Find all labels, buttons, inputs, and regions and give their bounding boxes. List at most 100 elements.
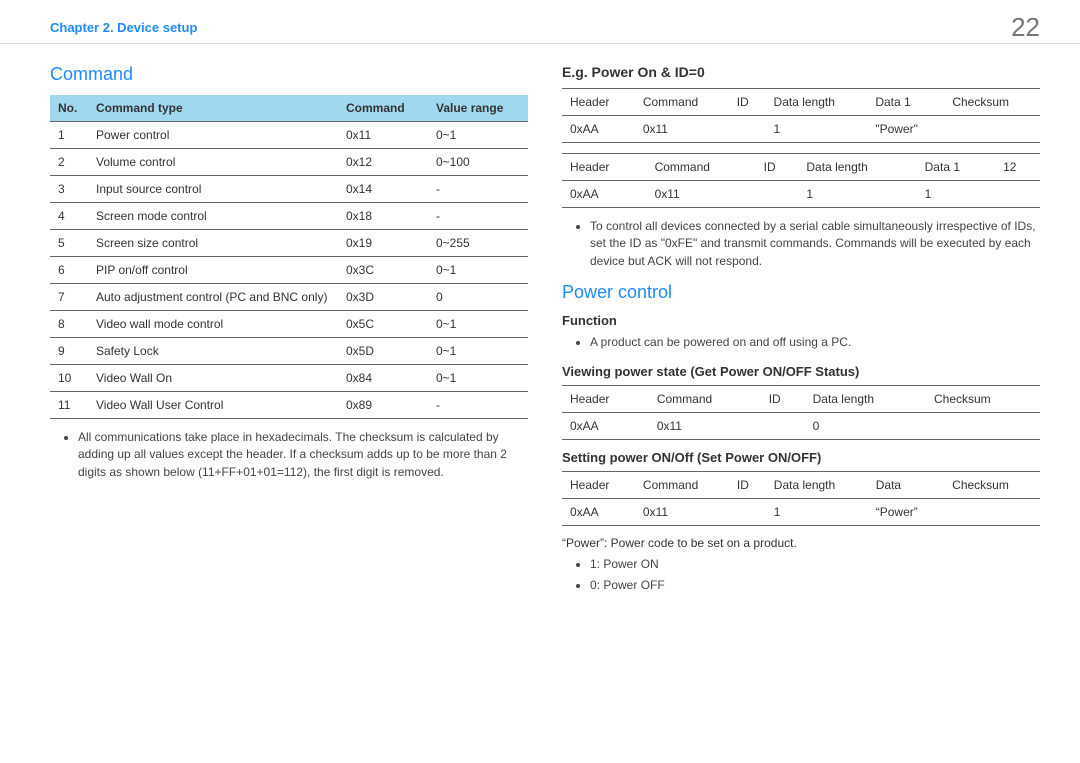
table-cell [995,181,1040,208]
view-state-heading: Viewing power state (Get Power ON/OFF St… [562,364,1040,379]
table-cell: 0x11 [635,498,729,525]
table-row: 11Video Wall User Control0x89- [50,392,528,419]
th-range: Value range [428,95,528,122]
table-cell: 1 [766,116,868,143]
table-cell: 11 [50,392,88,419]
table-cell: Header [562,89,635,116]
table-cell: 5 [50,230,88,257]
table-cell: 8 [50,311,88,338]
eg-note-list: To control all devices connected by a se… [562,218,1040,270]
table-cell: 12 [995,154,1040,181]
power-off-value: 0: Power OFF [590,577,1040,594]
power-control-heading: Power control [562,282,1040,303]
table-cell: 0x14 [338,176,428,203]
table-cell: ID [756,154,799,181]
table-cell [729,498,766,525]
table-cell: 0xAA [562,498,635,525]
table-cell: Video Wall On [88,365,338,392]
page-number: 22 [1011,12,1040,43]
view-table: HeaderCommandIDData lengthChecksum 0xAA0… [562,385,1040,440]
function-label: Function [562,313,1040,328]
table-cell: 1 [917,181,995,208]
table-cell: PIP on/off control [88,257,338,284]
table-row: 9Safety Lock0x5D0~1 [50,338,528,365]
table-cell: Data [868,471,944,498]
table-row: 4Screen mode control0x18- [50,203,528,230]
table-cell: Command [635,89,729,116]
table-cell: Video Wall User Control [88,392,338,419]
table-cell: 4 [50,203,88,230]
table-cell: - [428,392,528,419]
table-cell: ID [729,89,766,116]
table-cell: Data length [798,154,916,181]
right-column: E.g. Power On & ID=0 HeaderCommandIDData… [562,64,1040,606]
table-cell: 0x3C [338,257,428,284]
table-cell: Header [562,154,647,181]
table-cell: 0x5D [338,338,428,365]
table-cell: 0xAA [562,181,647,208]
eg-table-1: HeaderCommandIDData lengthData 1Checksum… [562,88,1040,143]
power-values: 1: Power ON 0: Power OFF [562,556,1040,595]
table-row: 7Auto adjustment control (PC and BNC onl… [50,284,528,311]
left-note: All communications take place in hexadec… [78,429,528,481]
table-cell: Command [649,385,761,412]
content: Command No. Command type Command Value r… [0,44,1080,606]
eg-table-2: HeaderCommandIDData lengthData 112 0xAA0… [562,153,1040,208]
table-row: 2Volume control0x120~100 [50,149,528,176]
table-cell: 0~1 [428,365,528,392]
th-cmd: Command [338,95,428,122]
table-cell: 0x11 [635,116,729,143]
table-cell: 0~100 [428,149,528,176]
table-cell: 0x11 [649,412,761,439]
table-cell [944,116,1040,143]
table-row: 6PIP on/off control0x3C0~1 [50,257,528,284]
table-cell: Data 1 [917,154,995,181]
table-cell: 0x19 [338,230,428,257]
table-cell: 0xAA [562,412,649,439]
table-row: 8Video wall mode control0x5C0~1 [50,311,528,338]
table-cell: 0xAA [562,116,635,143]
table-row: 1Power control0x110~1 [50,122,528,149]
table-cell: 0x5C [338,311,428,338]
table-cell: Volume control [88,149,338,176]
table-cell: Command [635,471,729,498]
table-cell: Data 1 [867,89,944,116]
table-cell: 0x18 [338,203,428,230]
table-cell: Screen mode control [88,203,338,230]
th-no: No. [50,95,88,122]
table-cell: 6 [50,257,88,284]
table-cell: Auto adjustment control (PC and BNC only… [88,284,338,311]
table-cell [761,412,805,439]
table-cell [729,116,766,143]
eg-note: To control all devices connected by a se… [590,218,1040,270]
table-cell: 0 [805,412,926,439]
table-cell: 0x12 [338,149,428,176]
power-on-value: 1: Power ON [590,556,1040,573]
table-cell: 0x84 [338,365,428,392]
table-cell: Checksum [926,385,1040,412]
table-cell: Screen size control [88,230,338,257]
table-cell: Checksum [944,89,1040,116]
table-cell: Header [562,385,649,412]
table-cell: 0 [428,284,528,311]
chapter-label: Chapter 2. Device setup [50,20,197,35]
table-cell: 10 [50,365,88,392]
table-cell: 3 [50,176,88,203]
table-cell: 7 [50,284,88,311]
table-cell: 1 [50,122,88,149]
table-cell [926,412,1040,439]
table-cell: 0x89 [338,392,428,419]
table-cell: Data length [805,385,926,412]
table-cell: Header [562,471,635,498]
table-cell: Input source control [88,176,338,203]
table-cell: 1 [766,498,868,525]
function-note-list: A product can be powered on and off usin… [562,334,1040,351]
left-note-list: All communications take place in hexadec… [50,429,528,481]
table-cell: ID [761,385,805,412]
table-cell: Safety Lock [88,338,338,365]
table-cell: 0~1 [428,338,528,365]
power-code-note: “Power”: Power code to be set on a produ… [562,536,1040,550]
table-cell: Command [647,154,756,181]
table-cell: 9 [50,338,88,365]
table-cell: Data length [766,89,868,116]
